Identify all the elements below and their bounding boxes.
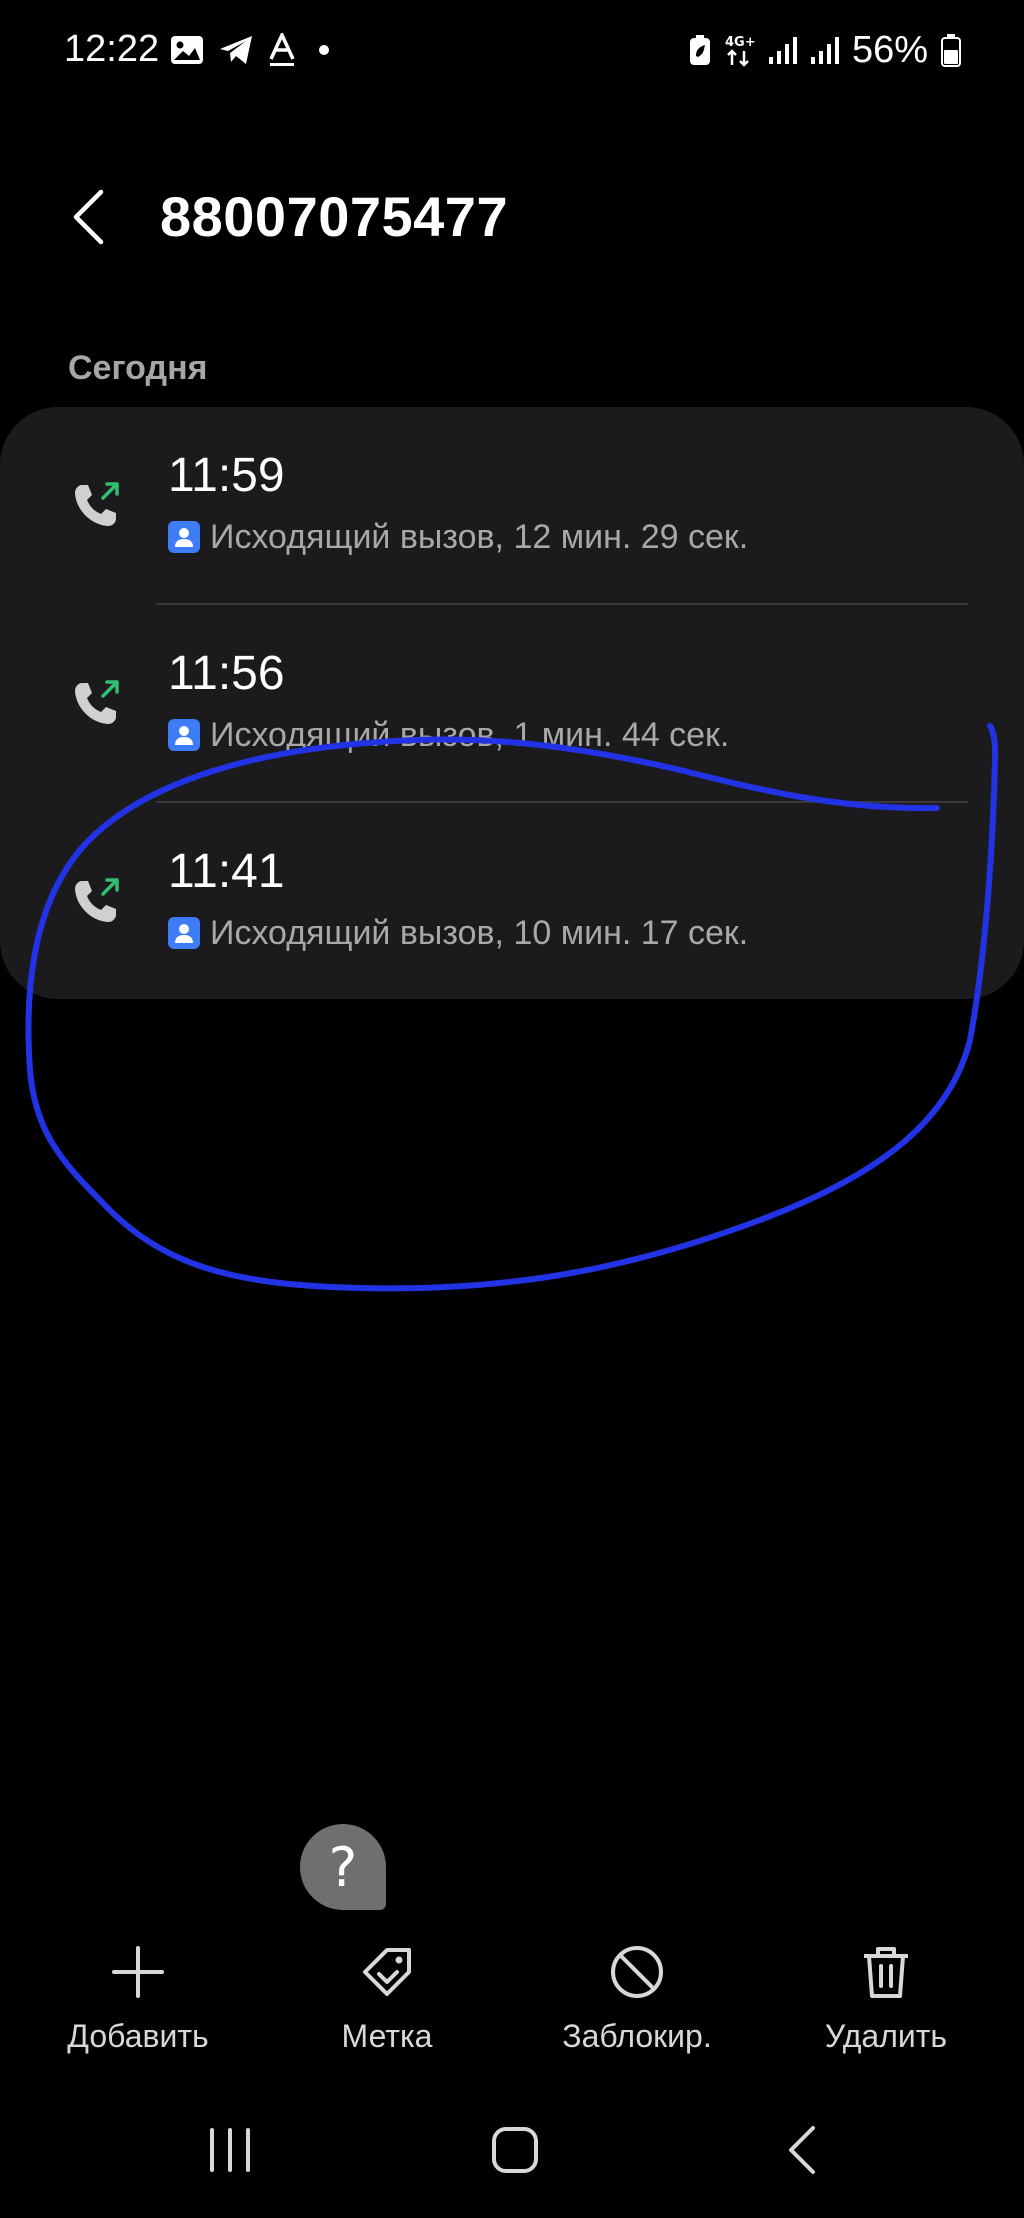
gallery-icon [170, 35, 204, 65]
block-label: Заблокир. [562, 2018, 712, 2054]
navigation-bar [0, 2110, 1024, 2190]
outgoing-call-icon [70, 477, 124, 531]
outgoing-call-icon [70, 675, 124, 729]
home-icon [491, 2126, 539, 2174]
recent-apps-icon [207, 2128, 253, 2172]
signal-1-icon [768, 35, 798, 65]
contact-icon [168, 521, 200, 553]
block-icon [607, 1942, 667, 2002]
network-4g-icon: 4G+ [724, 33, 756, 67]
plus-icon [108, 1942, 168, 2002]
battery-percent: 56% [851, 29, 928, 71]
contact-icon [168, 719, 200, 751]
status-time: 12:22 [64, 28, 160, 70]
page-title: 88007075477 [160, 185, 509, 248]
call-time: 11:59 [168, 449, 285, 502]
call-history-card: 11:59 Исходящий вызов, 12 мин. 29 сек. 1… [0, 407, 1024, 999]
call-detail: Исходящий вызов, 10 мин. 17 сек. [168, 911, 748, 955]
dot-icon [310, 44, 334, 56]
call-row[interactable]: 11:41 Исходящий вызов, 10 мин. 17 сек. [0, 803, 1024, 1001]
call-detail: Исходящий вызов, 1 мин. 44 сек. [168, 713, 729, 757]
call-description: Исходящий вызов, 1 мин. 44 сек. [210, 716, 730, 754]
battery-saver-icon [688, 34, 712, 66]
call-row[interactable]: 11:59 Исходящий вызов, 12 мин. 29 сек. [0, 407, 1024, 605]
call-description: Исходящий вызов, 12 мин. 29 сек. [210, 518, 749, 556]
add-label: Добавить [67, 2018, 209, 2054]
svg-text:4G+: 4G+ [725, 35, 756, 50]
help-button[interactable]: ? [300, 1824, 386, 1910]
tag-icon [357, 1942, 417, 2002]
home-button[interactable] [475, 2118, 555, 2182]
signal-2-icon [810, 35, 840, 65]
section-label-today: Сегодня [68, 349, 208, 387]
annotation-circle [25, 723, 999, 1292]
call-description: Исходящий вызов, 10 мин. 17 сек. [210, 914, 749, 952]
contact-icon [168, 917, 200, 949]
call-time: 11:56 [168, 647, 285, 700]
tag-button[interactable]: Метка [262, 1940, 512, 2070]
header: 88007075477 [0, 170, 1024, 260]
notification-icons [170, 28, 334, 72]
back-arrow-icon [785, 2125, 819, 2175]
call-detail: Исходящий вызов, 12 мин. 29 сек. [168, 515, 748, 559]
delete-label: Удалить [824, 2018, 948, 2054]
recent-apps-button[interactable] [190, 2118, 270, 2182]
trash-icon [856, 1942, 916, 2002]
battery-icon [940, 33, 962, 67]
chevron-left-icon [71, 189, 105, 245]
back-button[interactable] [58, 182, 118, 252]
telegram-icon [218, 34, 254, 66]
block-button[interactable]: Заблокир. [512, 1940, 762, 2070]
back-nav-button[interactable] [762, 2118, 842, 2182]
call-row[interactable]: 11:56 Исходящий вызов, 1 мин. 44 сек. [0, 605, 1024, 803]
delete-button[interactable]: Удалить [761, 1940, 1011, 2070]
status-right: 4G+ 56% [688, 26, 962, 74]
outgoing-call-icon [70, 873, 124, 927]
call-time: 11:41 [168, 845, 285, 898]
tag-label: Метка [341, 2018, 433, 2054]
font-a-icon [268, 33, 296, 67]
add-button[interactable]: Добавить [13, 1940, 263, 2070]
status-bar: 12:22 4G+ 56% [0, 0, 1024, 100]
action-bar: Добавить Метка Заблокир. Удалить [0, 1940, 1024, 2070]
